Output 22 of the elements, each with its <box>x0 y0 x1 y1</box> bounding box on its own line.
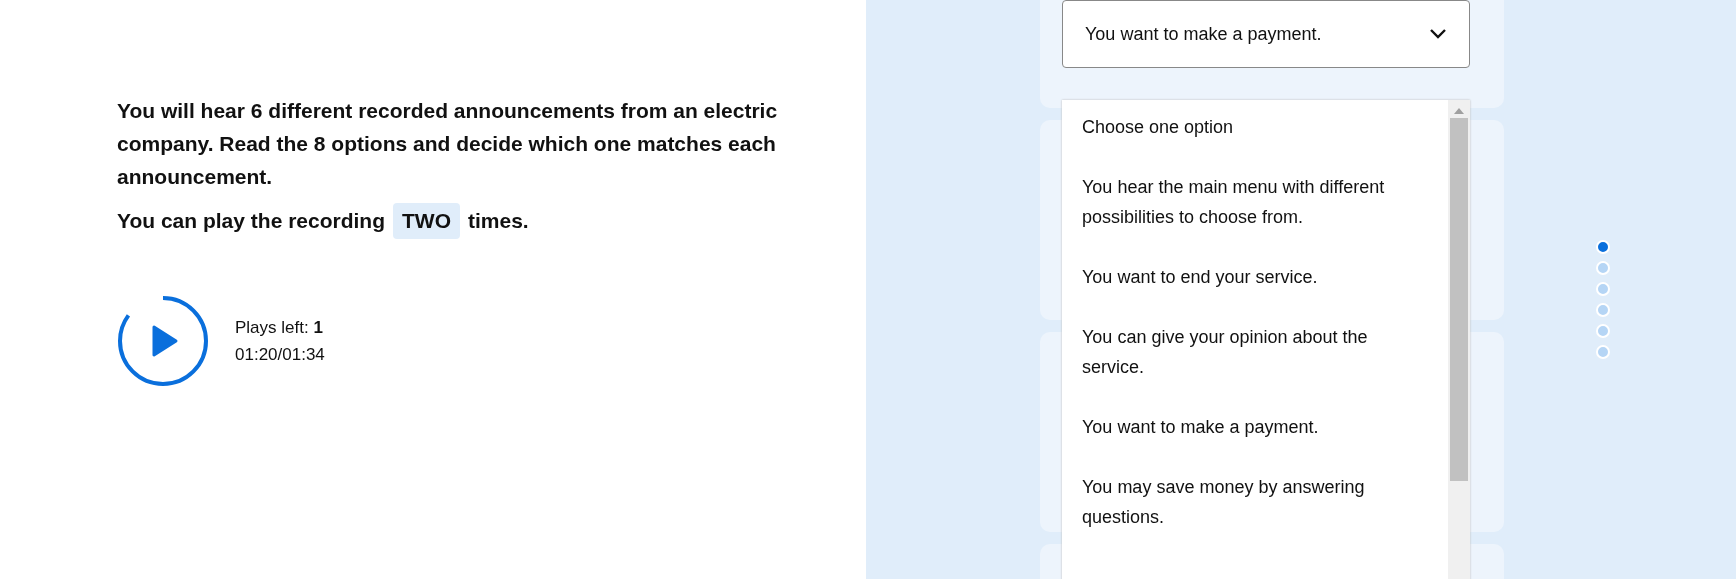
dropdown-option[interactable]: You can give your opinion about the service. <box>1082 322 1428 382</box>
page-dot[interactable] <box>1596 345 1610 359</box>
page-dot[interactable] <box>1596 240 1610 254</box>
dropdown-option[interactable]: You want to end your service. <box>1082 262 1428 292</box>
dropdown-option[interactable]: You may save money by answering questions. <box>1082 472 1428 532</box>
dropdown-option[interactable]: You want to make a payment. <box>1082 412 1428 442</box>
time-text: 01:20/01:34 <box>235 344 325 366</box>
page-dot[interactable] <box>1596 261 1610 275</box>
instruction-text: You can play the recording <box>117 209 385 233</box>
play-button[interactable] <box>117 295 209 387</box>
instruction-text: times. <box>468 209 529 233</box>
page-dot[interactable] <box>1596 324 1610 338</box>
scrollbar-thumb[interactable] <box>1450 118 1468 481</box>
instruction-text: You will hear 6 different recorded announcements from an electric company. Read the 8 options and decide which one matches each announcement. <box>117 98 779 190</box>
page-dot[interactable] <box>1596 303 1610 317</box>
answer-select[interactable]: You want to make a payment. <box>1062 0 1470 68</box>
highlight-tag: TWO <box>393 203 460 239</box>
dropdown-option[interactable]: You hear the main menu with different possibilities to choose from. <box>1082 172 1428 232</box>
dropdown-option[interactable]: Choose one option <box>1082 112 1428 142</box>
page-dot[interactable] <box>1596 282 1610 296</box>
chevron-down-icon <box>1429 28 1447 40</box>
plays-left-text: Plays left: 1 <box>235 317 324 339</box>
